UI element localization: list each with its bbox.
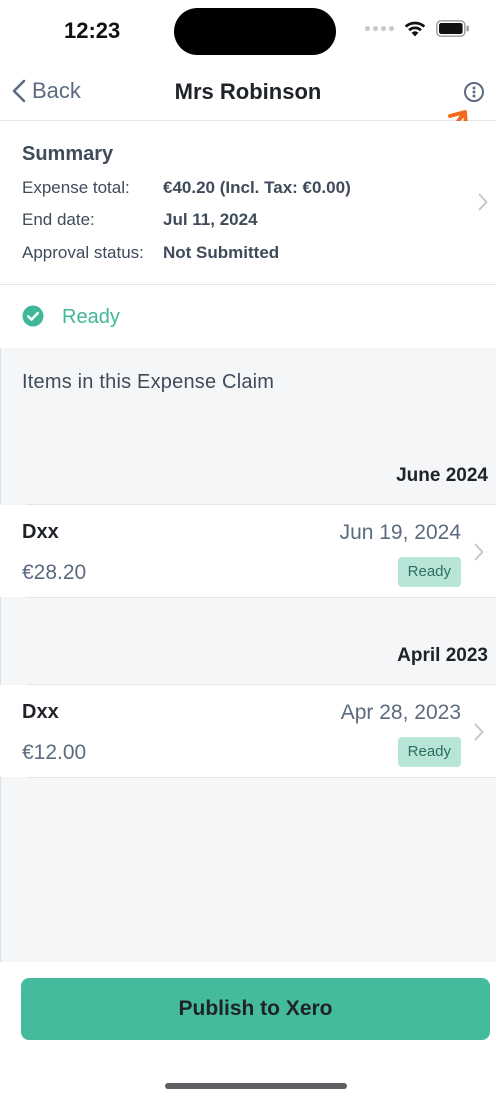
summary-card[interactable]: Summary Expense total: €40.20 (Incl. Tax… [0,121,496,285]
group-header-april-2023: April 2023 [397,645,488,666]
navigation-bar: Back Mrs Robinson [0,64,496,121]
cellular-signal-icon [365,26,394,31]
divider [26,597,496,598]
chevron-right-icon [474,723,484,741]
publish-to-xero-button[interactable]: Publish to Xero [21,978,490,1040]
status-badge: Ready [397,557,461,587]
item-date: Jun 19, 2024 [339,521,461,544]
status-time: 12:23 [64,18,121,43]
status-bar: 12:23 [0,0,496,64]
more-info-icon[interactable] [460,78,488,106]
wifi-icon [404,21,426,37]
chevron-right-icon [474,543,484,561]
claim-status-row: Ready [0,285,496,348]
item-amount: €28.20 [22,561,87,584]
item-name: Dxx [22,701,59,723]
approval-status-value: Not Submitted [163,243,280,262]
approval-status-label: Approval status: [22,243,144,262]
status-label: Ready [62,306,120,328]
item-date: Apr 28, 2023 [340,701,461,724]
end-date-label: End date: [22,210,95,229]
group-header-june-2024: June 2024 [396,465,488,486]
end-date-value: Jul 11, 2024 [163,210,258,229]
divider [26,777,496,778]
check-circle-icon [22,305,44,327]
items-section-heading: Items in this Expense Claim [22,371,275,393]
chevron-right-icon [478,193,488,211]
expense-item-row[interactable]: Dxx Jun 19, 2024 €28.20 Ready [0,505,496,597]
bottom-action-bar: Publish to Xero [0,962,496,1094]
expense-total-value: €40.20 (Incl. Tax: €0.00) [163,178,351,197]
status-badge: Ready [397,737,461,767]
dynamic-island [174,8,336,55]
expense-total-label: Expense total: [22,178,130,197]
page-title: Mrs Robinson [174,79,322,104]
item-name: Dxx [22,521,59,543]
home-indicator [165,1083,347,1089]
battery-icon [436,20,469,37]
summary-title: Summary [22,143,114,165]
item-amount: €12.00 [22,741,87,764]
status-icons [365,20,470,37]
expense-item-row[interactable]: Dxx Apr 28, 2023 €12.00 Ready [0,685,496,777]
